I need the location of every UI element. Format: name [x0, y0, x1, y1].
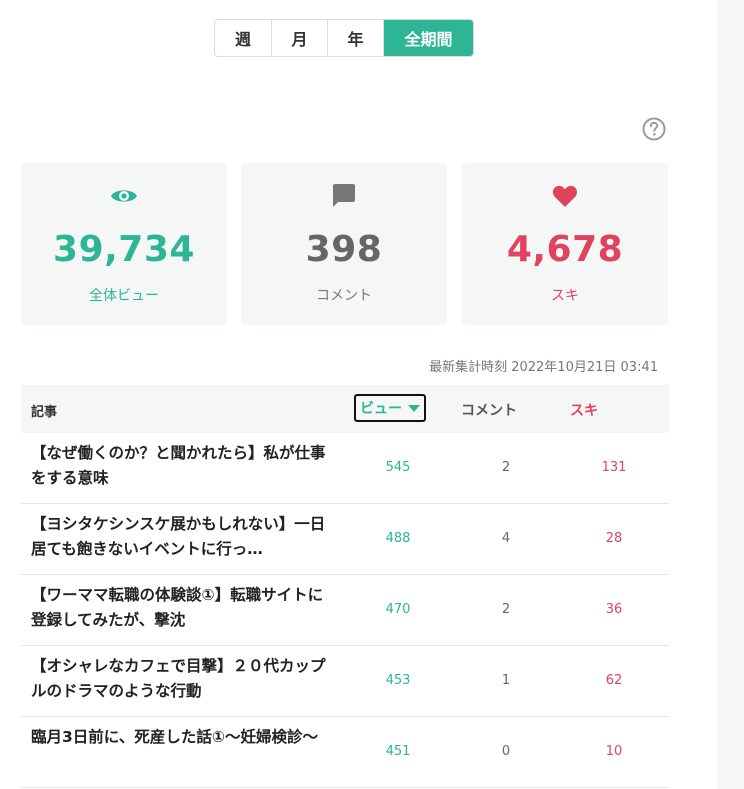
article-title-link[interactable]: 【ヨシタケシンスケ展かもしれない】一日居ても飽きないイベントに行っ… — [31, 512, 331, 562]
right-gutter — [717, 0, 744, 789]
article-table: 【なぜ働くのか？と聞かれたら】私が仕事をする意味 545 2 131 【ヨシタケ… — [21, 433, 669, 788]
row-comments: 1 — [501, 673, 511, 688]
stat-card-comments: 398 コメント — [241, 163, 447, 325]
article-title-link[interactable]: 臨月3日前に、死産した話①〜妊婦検診〜 — [31, 725, 331, 750]
total-views-label: 全体ビュー — [89, 288, 159, 304]
row-likes: 10 — [605, 744, 623, 759]
eye-icon — [109, 182, 139, 210]
column-header-article: 記事 — [31, 405, 58, 420]
row-views: 451 — [385, 744, 411, 759]
row-likes: 28 — [605, 531, 623, 546]
stat-card-views: 39,734 全体ビュー — [21, 163, 227, 325]
row-comments: 2 — [501, 602, 511, 617]
article-title-link[interactable]: 【なぜ働くのか？と聞かれたら】私が仕事をする意味 — [31, 441, 331, 491]
sort-by-likes-button[interactable]: スキ — [570, 400, 598, 420]
comment-icon — [329, 182, 359, 210]
row-views: 453 — [385, 673, 411, 688]
article-title-link[interactable]: 【オシャレなカフェで目撃】２０代カップルのドラマのような行動 — [31, 654, 331, 704]
table-row: 【なぜ働くのか？と聞かれたら】私が仕事をする意味 545 2 131 — [21, 433, 669, 504]
total-likes-value: 4,678 — [506, 229, 624, 270]
table-row: 【オシャレなカフェで目撃】２０代カップルのドラマのような行動 453 1 62 — [21, 646, 669, 717]
question-circle-icon[interactable] — [642, 117, 666, 141]
tab-year[interactable]: 年 — [328, 20, 384, 56]
row-views: 470 — [385, 602, 411, 617]
sort-down-icon — [408, 404, 420, 412]
row-comments: 2 — [501, 460, 511, 475]
period-tabs: 週 月 年 全期間 — [214, 19, 474, 57]
tab-all-time[interactable]: 全期間 — [384, 20, 473, 56]
row-likes: 131 — [601, 460, 627, 475]
row-comments: 4 — [501, 531, 511, 546]
row-likes: 62 — [605, 673, 623, 688]
tab-week[interactable]: 週 — [215, 20, 272, 56]
total-comments-label: コメント — [316, 288, 372, 304]
row-comments: 0 — [501, 744, 511, 759]
row-views: 488 — [385, 531, 411, 546]
table-row: 臨月3日前に、死産した話①〜妊婦検診〜 451 0 10 — [21, 717, 669, 788]
article-title-link[interactable]: 【ワーママ転職の体験談①】転職サイトに登録してみたが、撃沈 — [31, 583, 331, 633]
table-row: 【ワーママ転職の体験談①】転職サイトに登録してみたが、撃沈 470 2 36 — [21, 575, 669, 646]
table-row: 【ヨシタケシンスケ展かもしれない】一日居ても飽きないイベントに行っ… 488 4… — [21, 504, 669, 575]
sort-by-comments-button[interactable]: コメント — [461, 400, 517, 420]
row-views: 545 — [385, 460, 411, 475]
sort-by-views-button[interactable]: ビュー — [354, 394, 426, 422]
tab-month[interactable]: 月 — [272, 20, 328, 56]
heart-icon — [550, 182, 580, 210]
row-likes: 36 — [605, 602, 623, 617]
stat-card-likes: 4,678 スキ — [462, 163, 668, 325]
column-header-views: ビュー — [360, 401, 402, 417]
last-updated-timestamp: 最新集計時刻 2022年10月21日 03:41 — [429, 360, 658, 375]
total-likes-label: スキ — [551, 288, 579, 304]
total-views-value: 39,734 — [53, 229, 195, 270]
table-header: 記事 ビュー コメント スキ — [21, 385, 669, 433]
total-comments-value: 398 — [305, 229, 383, 270]
